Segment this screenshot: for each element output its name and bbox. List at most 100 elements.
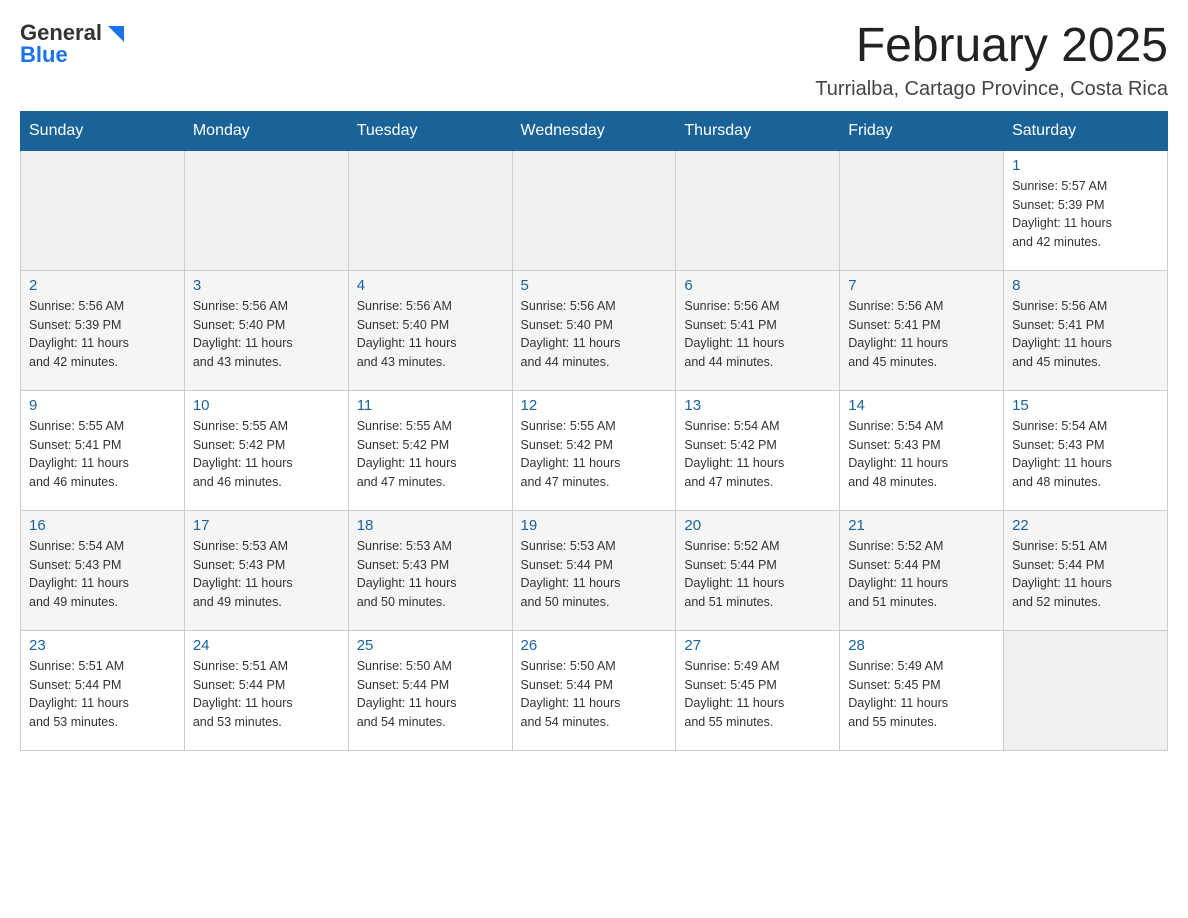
day-number: 22 bbox=[1012, 517, 1159, 534]
title-section: February 2025 Turrialba, Cartago Provinc… bbox=[815, 20, 1168, 101]
calendar-cell: 14 Sunrise: 5:54 AMSunset: 5:43 PMDayligh… bbox=[840, 390, 1004, 510]
calendar-body: 1 Sunrise: 5:57 AMSunset: 5:39 PMDaylight… bbox=[21, 150, 1168, 750]
day-info: Sunrise: 5:51 AMSunset: 5:44 PMDaylight:… bbox=[193, 657, 340, 732]
calendar-cell: 12 Sunrise: 5:55 AMSunset: 5:42 PMDayligh… bbox=[512, 390, 676, 510]
day-header-monday: Monday bbox=[184, 111, 348, 150]
page-header: General Blue February 2025 Turrialba, Ca… bbox=[20, 20, 1168, 101]
calendar-cell bbox=[512, 150, 676, 270]
calendar-week-5: 23 Sunrise: 5:51 AMSunset: 5:44 PMDayligh… bbox=[21, 630, 1168, 750]
calendar-cell: 20 Sunrise: 5:52 AMSunset: 5:44 PMDayligh… bbox=[676, 510, 840, 630]
day-info: Sunrise: 5:56 AMSunset: 5:41 PMDaylight:… bbox=[1012, 297, 1159, 372]
calendar-cell: 23Sunrise: 5:51 AMSunset: 5:44 PMDayligh… bbox=[21, 630, 185, 750]
day-info: Sunrise: 5:57 AMSunset: 5:39 PMDaylight:… bbox=[1012, 177, 1159, 252]
day-number: 19 bbox=[521, 517, 668, 534]
day-header-friday: Friday bbox=[840, 111, 1004, 150]
calendar-cell bbox=[840, 150, 1004, 270]
calendar-cell: 19 Sunrise: 5:53 AMSunset: 5:44 PMDayligh… bbox=[512, 510, 676, 630]
header-row: SundayMondayTuesdayWednesdayThursdayFrid… bbox=[21, 111, 1168, 150]
calendar-cell: 9 Sunrise: 5:55 AMSunset: 5:41 PMDaylight… bbox=[21, 390, 185, 510]
day-number: 17 bbox=[193, 517, 340, 534]
calendar-cell: 8Sunrise: 5:56 AMSunset: 5:41 PMDaylight… bbox=[1004, 270, 1168, 390]
day-info: Sunrise: 5:52 AMSunset: 5:44 PMDaylight:… bbox=[684, 537, 831, 612]
calendar-cell: 6 Sunrise: 5:56 AMSunset: 5:41 PMDaylight… bbox=[676, 270, 840, 390]
day-number: 5 bbox=[521, 277, 668, 294]
calendar-cell: 13Sunrise: 5:54 AMSunset: 5:42 PMDayligh… bbox=[676, 390, 840, 510]
calendar-cell: 16 Sunrise: 5:54 AMSunset: 5:43 PMDayligh… bbox=[21, 510, 185, 630]
day-number: 15 bbox=[1012, 397, 1159, 414]
day-info: Sunrise: 5:49 AMSunset: 5:45 PMDaylight:… bbox=[848, 657, 995, 732]
day-info: Sunrise: 5:52 AMSunset: 5:44 PMDaylight:… bbox=[848, 537, 995, 612]
day-info: Sunrise: 5:55 AMSunset: 5:42 PMDaylight:… bbox=[357, 417, 504, 492]
day-number: 24 bbox=[193, 637, 340, 654]
location-text: Turrialba, Cartago Province, Costa Rica bbox=[815, 78, 1168, 101]
calendar-cell: 26 Sunrise: 5:50 AMSunset: 5:44 PMDayligh… bbox=[512, 630, 676, 750]
day-info: Sunrise: 5:56 AMSunset: 5:40 PMDaylight:… bbox=[357, 297, 504, 372]
day-info: Sunrise: 5:53 AMSunset: 5:43 PMDaylight:… bbox=[193, 537, 340, 612]
day-number: 3 bbox=[193, 277, 340, 294]
calendar-cell: 15Sunrise: 5:54 AMSunset: 5:43 PMDayligh… bbox=[1004, 390, 1168, 510]
calendar-week-3: 9 Sunrise: 5:55 AMSunset: 5:41 PMDaylight… bbox=[21, 390, 1168, 510]
day-number: 12 bbox=[521, 397, 668, 414]
day-header-tuesday: Tuesday bbox=[348, 111, 512, 150]
day-number: 6 bbox=[684, 277, 831, 294]
logo: General Blue bbox=[20, 20, 126, 68]
day-info: Sunrise: 5:54 AMSunset: 5:43 PMDaylight:… bbox=[29, 537, 176, 612]
day-info: Sunrise: 5:55 AMSunset: 5:42 PMDaylight:… bbox=[521, 417, 668, 492]
calendar-cell: 5 Sunrise: 5:56 AMSunset: 5:40 PMDaylight… bbox=[512, 270, 676, 390]
calendar-cell: 3Sunrise: 5:56 AMSunset: 5:40 PMDaylight… bbox=[184, 270, 348, 390]
day-info: Sunrise: 5:54 AMSunset: 5:43 PMDaylight:… bbox=[848, 417, 995, 492]
logo-blue-text: Blue bbox=[20, 42, 68, 68]
logo-triangle-icon bbox=[104, 22, 126, 44]
calendar-week-4: 16 Sunrise: 5:54 AMSunset: 5:43 PMDayligh… bbox=[21, 510, 1168, 630]
day-number: 27 bbox=[684, 637, 831, 654]
day-number: 14 bbox=[848, 397, 995, 414]
day-header-wednesday: Wednesday bbox=[512, 111, 676, 150]
day-number: 23 bbox=[29, 637, 176, 654]
day-number: 28 bbox=[848, 637, 995, 654]
day-info: Sunrise: 5:51 AMSunset: 5:44 PMDaylight:… bbox=[1012, 537, 1159, 612]
day-number: 1 bbox=[1012, 157, 1159, 174]
day-number: 20 bbox=[684, 517, 831, 534]
calendar-cell bbox=[184, 150, 348, 270]
calendar-cell: 10Sunrise: 5:55 AMSunset: 5:42 PMDayligh… bbox=[184, 390, 348, 510]
month-title: February 2025 bbox=[815, 20, 1168, 73]
calendar-cell: 27 Sunrise: 5:49 AMSunset: 5:45 PMDayligh… bbox=[676, 630, 840, 750]
day-info: Sunrise: 5:55 AMSunset: 5:41 PMDaylight:… bbox=[29, 417, 176, 492]
calendar-header: SundayMondayTuesdayWednesdayThursdayFrid… bbox=[21, 111, 1168, 150]
day-info: Sunrise: 5:56 AMSunset: 5:40 PMDaylight:… bbox=[521, 297, 668, 372]
calendar-cell: 21 Sunrise: 5:52 AMSunset: 5:44 PMDayligh… bbox=[840, 510, 1004, 630]
day-info: Sunrise: 5:56 AMSunset: 5:39 PMDaylight:… bbox=[29, 297, 176, 372]
day-info: Sunrise: 5:49 AMSunset: 5:45 PMDaylight:… bbox=[684, 657, 831, 732]
calendar-cell: 7Sunrise: 5:56 AMSunset: 5:41 PMDaylight… bbox=[840, 270, 1004, 390]
day-number: 9 bbox=[29, 397, 176, 414]
day-info: Sunrise: 5:50 AMSunset: 5:44 PMDaylight:… bbox=[521, 657, 668, 732]
day-number: 25 bbox=[357, 637, 504, 654]
day-info: Sunrise: 5:53 AMSunset: 5:43 PMDaylight:… bbox=[357, 537, 504, 612]
day-number: 2 bbox=[29, 277, 176, 294]
day-number: 10 bbox=[193, 397, 340, 414]
day-header-saturday: Saturday bbox=[1004, 111, 1168, 150]
calendar-cell: 28 Sunrise: 5:49 AMSunset: 5:45 PMDayligh… bbox=[840, 630, 1004, 750]
calendar-table: SundayMondayTuesdayWednesdayThursdayFrid… bbox=[20, 111, 1168, 751]
day-info: Sunrise: 5:50 AMSunset: 5:44 PMDaylight:… bbox=[357, 657, 504, 732]
calendar-week-1: 1 Sunrise: 5:57 AMSunset: 5:39 PMDaylight… bbox=[21, 150, 1168, 270]
day-number: 4 bbox=[357, 277, 504, 294]
calendar-cell: 1 Sunrise: 5:57 AMSunset: 5:39 PMDaylight… bbox=[1004, 150, 1168, 270]
calendar-week-2: 2 Sunrise: 5:56 AMSunset: 5:39 PMDaylight… bbox=[21, 270, 1168, 390]
day-number: 16 bbox=[29, 517, 176, 534]
day-number: 21 bbox=[848, 517, 995, 534]
calendar-cell: 2 Sunrise: 5:56 AMSunset: 5:39 PMDaylight… bbox=[21, 270, 185, 390]
calendar-cell bbox=[676, 150, 840, 270]
calendar-cell: 24 Sunrise: 5:51 AMSunset: 5:44 PMDayligh… bbox=[184, 630, 348, 750]
calendar-cell: 4 Sunrise: 5:56 AMSunset: 5:40 PMDaylight… bbox=[348, 270, 512, 390]
day-number: 18 bbox=[357, 517, 504, 534]
day-number: 11 bbox=[357, 397, 504, 414]
calendar-cell bbox=[1004, 630, 1168, 750]
calendar-cell: 22 Sunrise: 5:51 AMSunset: 5:44 PMDayligh… bbox=[1004, 510, 1168, 630]
calendar-cell: 18 Sunrise: 5:53 AMSunset: 5:43 PMDayligh… bbox=[348, 510, 512, 630]
day-info: Sunrise: 5:56 AMSunset: 5:41 PMDaylight:… bbox=[684, 297, 831, 372]
calendar-cell: 11 Sunrise: 5:55 AMSunset: 5:42 PMDayligh… bbox=[348, 390, 512, 510]
day-number: 26 bbox=[521, 637, 668, 654]
day-header-thursday: Thursday bbox=[676, 111, 840, 150]
day-info: Sunrise: 5:53 AMSunset: 5:44 PMDaylight:… bbox=[521, 537, 668, 612]
